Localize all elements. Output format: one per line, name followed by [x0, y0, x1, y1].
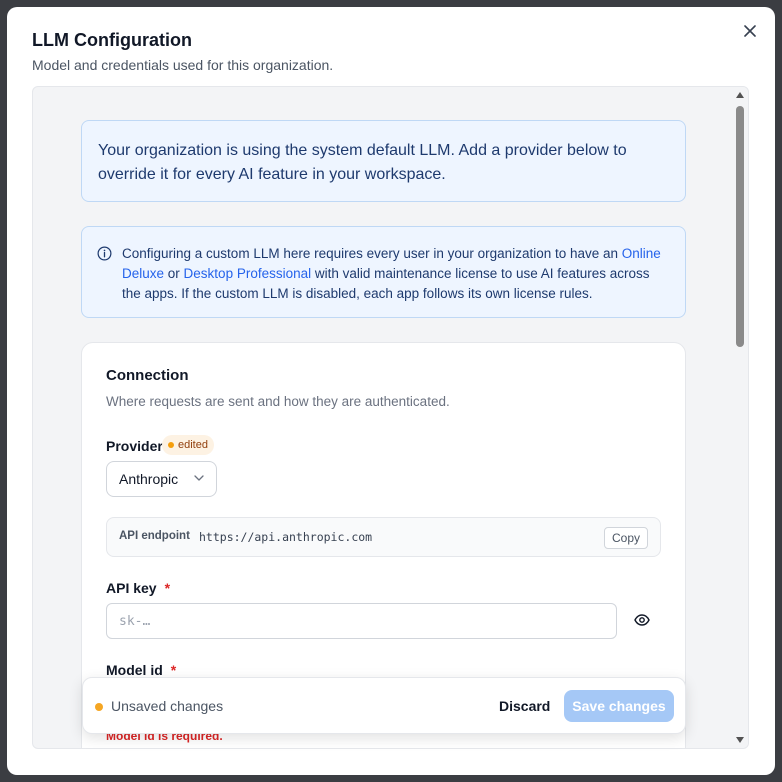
- connection-title: Connection: [106, 367, 189, 384]
- api-endpoint-value: https://api.anthropic.com: [199, 530, 373, 544]
- unsaved-status-text: Unsaved changes: [111, 698, 224, 714]
- unsaved-indicator-dot: [95, 703, 103, 711]
- license-info-text-2: or: [164, 266, 184, 281]
- eye-icon: [634, 613, 650, 626]
- edited-badge: edited: [162, 435, 214, 455]
- provider-select[interactable]: Anthropic: [106, 461, 217, 497]
- close-button[interactable]: [740, 21, 760, 41]
- chevron-down-icon: [194, 475, 204, 481]
- unsaved-changes-bar: Unsaved changes Discard Save changes: [82, 677, 686, 734]
- toggle-key-visibility-button[interactable]: [631, 611, 653, 631]
- vertical-scrollbar[interactable]: [732, 87, 748, 748]
- save-changes-button[interactable]: Save changes: [564, 690, 674, 722]
- edited-badge-text: edited: [178, 439, 208, 451]
- model-id-label: Model id *: [106, 662, 176, 678]
- model-id-label-text: Model id: [106, 662, 163, 678]
- dialog-title: LLM Configuration: [32, 30, 192, 50]
- provider-label-text: Provider: [106, 438, 163, 454]
- edited-dot: [168, 442, 174, 448]
- default-llm-banner: Your organization is using the system de…: [81, 120, 686, 202]
- discard-button[interactable]: Discard: [491, 691, 558, 721]
- api-key-label: API key *: [106, 580, 170, 596]
- scroll-up-arrow[interactable]: [736, 92, 744, 98]
- default-llm-banner-text: Your organization is using the system de…: [98, 142, 627, 183]
- desktop-professional-link[interactable]: Desktop Professional: [184, 266, 312, 281]
- license-info-text-1: Configuring a custom LLM here requires e…: [122, 246, 622, 261]
- dialog-scroll-area[interactable]: Your organization is using the system de…: [32, 86, 749, 749]
- license-info-banner: Configuring a custom LLM here requires e…: [81, 226, 686, 318]
- api-key-label-text: API key: [106, 580, 157, 596]
- connection-description: Where requests are sent and how they are…: [106, 394, 450, 409]
- required-mark: *: [170, 662, 177, 678]
- dialog-subtitle: Model and credentials used for this orga…: [32, 57, 334, 73]
- close-icon: [744, 25, 756, 37]
- api-key-input[interactable]: [106, 603, 617, 639]
- copy-endpoint-button[interactable]: Copy: [603, 527, 648, 549]
- api-endpoint-label: API endpoint: [119, 530, 190, 542]
- scroll-down-arrow[interactable]: [736, 737, 744, 743]
- api-endpoint-box: API endpoint https://api.anthropic.com C…: [106, 517, 661, 557]
- provider-select-value: Anthropic: [119, 471, 179, 487]
- required-mark: *: [164, 580, 171, 596]
- llm-config-dialog: LLM Configuration Model and credentials …: [7, 7, 775, 775]
- info-icon: [97, 246, 112, 261]
- scroll-thumb[interactable]: [736, 106, 744, 347]
